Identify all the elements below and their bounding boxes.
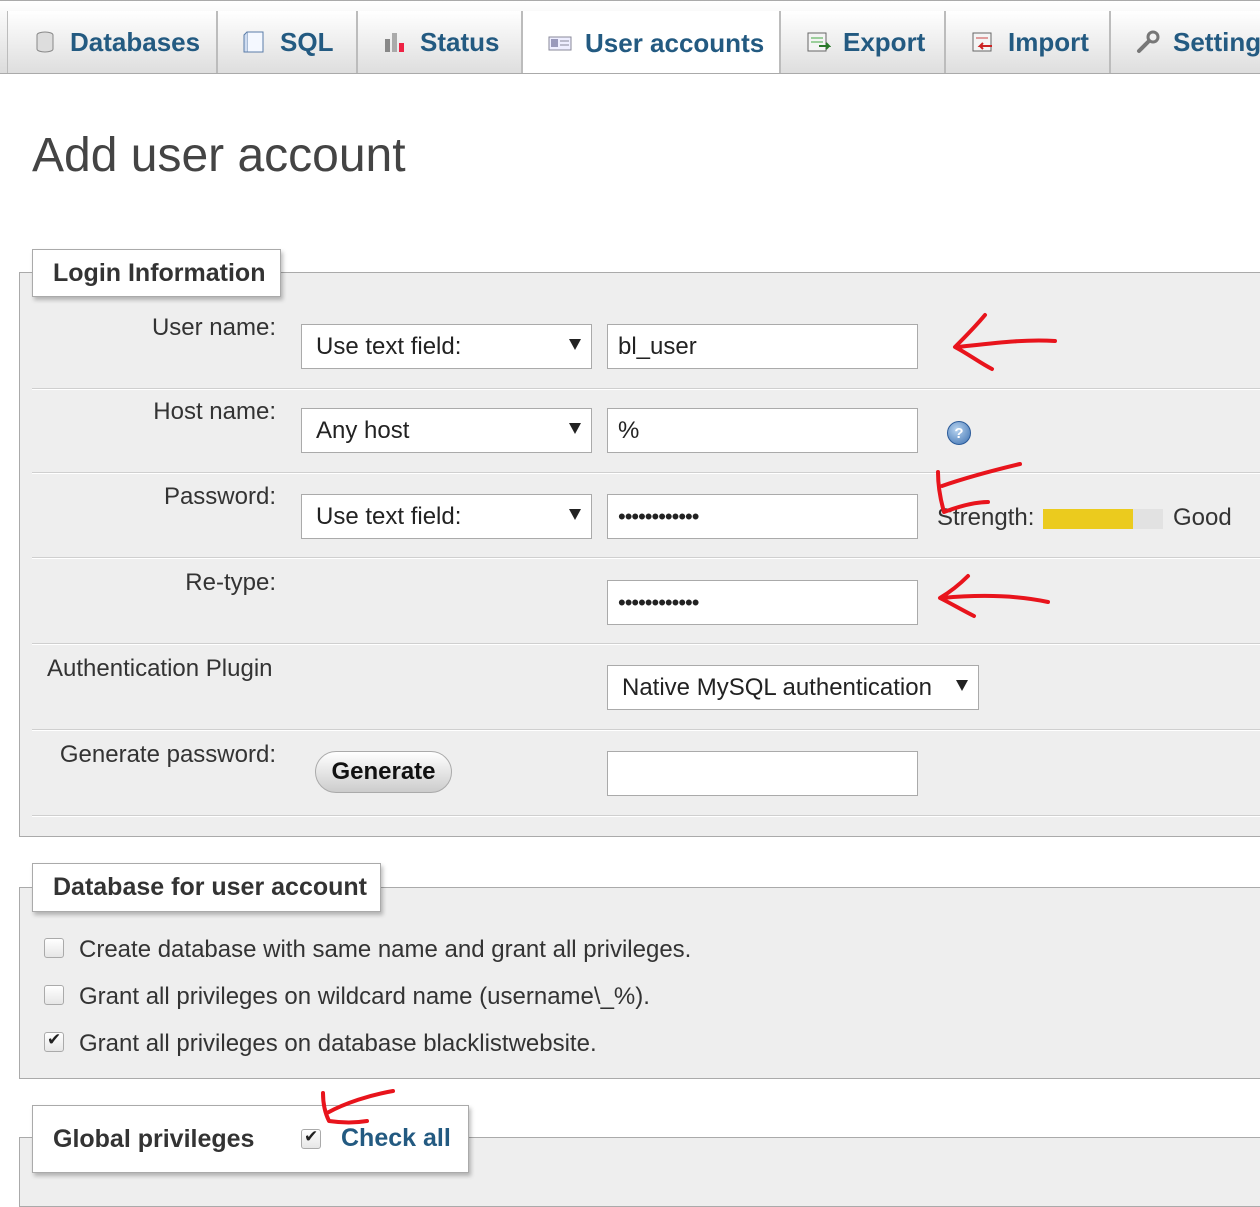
retype-label: Re-type:: [185, 569, 276, 596]
annotation-arrow: [321, 1089, 395, 1125]
top-tab-bar: Databases SQL Status User accounts Expor…: [0, 0, 1260, 74]
tab-export[interactable]: Export: [780, 11, 945, 73]
password-label: Password:: [163, 483, 276, 510]
row-separator: [32, 557, 1260, 559]
host-name-label: Host name:: [153, 398, 276, 425]
annotation-arrow: [936, 462, 1022, 514]
user-name-label: User name:: [151, 314, 276, 341]
tab-databases-label: Databases: [70, 26, 201, 57]
row-separator: [32, 472, 1260, 474]
dropdown-arrow-icon: [569, 509, 581, 520]
database-privileges-checkbox[interactable]: [44, 1030, 64, 1052]
tab-databases[interactable]: Databases: [7, 11, 217, 73]
database-privileges-label: Grant all privileges on database blackli…: [79, 1030, 597, 1057]
row-separator: [32, 815, 1260, 817]
password-input[interactable]: ••••••••••••: [607, 494, 918, 539]
host-name-input[interactable]: %: [607, 408, 918, 453]
global-privileges-title: Global privileges: [53, 1124, 255, 1153]
row-separator: [32, 729, 1260, 731]
row-separator: [32, 643, 1260, 645]
page-title: Add user account: [32, 129, 406, 182]
password-type-select[interactable]: Use text field:: [301, 494, 592, 539]
sql-icon: [242, 29, 268, 55]
user-accounts-icon: [547, 30, 573, 56]
database-icon: [32, 29, 58, 55]
authentication-plugin-label: Authentication Plugin: [47, 655, 273, 682]
wildcard-privileges-checkbox[interactable]: [44, 985, 64, 1005]
generate-button[interactable]: Generate: [315, 751, 452, 793]
host-name-type-value: Any host: [316, 416, 410, 444]
dropdown-arrow-icon: [569, 339, 581, 350]
tab-sql[interactable]: SQL: [217, 11, 357, 73]
export-icon: [805, 29, 832, 55]
authentication-plugin-value: Native MySQL authentication: [622, 673, 932, 701]
password-type-value: Use text field:: [316, 502, 462, 530]
status-chart-icon: [382, 29, 408, 55]
check-all-checkbox[interactable]: [301, 1127, 321, 1149]
retype-password-input[interactable]: ••••••••••••: [607, 580, 918, 625]
user-name-input[interactable]: bl_user: [607, 324, 918, 369]
tab-status-label: Status: [420, 26, 500, 57]
authentication-plugin-select[interactable]: Native MySQL authentication: [607, 665, 979, 710]
database-for-user-legend: Database for user account: [32, 863, 381, 912]
tab-export-label: Export: [843, 26, 926, 57]
annotation-arrow: [938, 574, 1050, 618]
row-separator: [32, 388, 1260, 390]
strength-text: Good: [1173, 504, 1232, 531]
user-name-type-select[interactable]: Use text field:: [301, 324, 592, 369]
password-strength-fill: [1043, 509, 1133, 529]
tab-settings-label: Settings: [1173, 26, 1260, 57]
tab-user-accounts-label: User accounts: [585, 27, 765, 58]
create-database-checkbox[interactable]: [44, 938, 64, 958]
login-information-legend: Login Information: [32, 249, 281, 297]
tab-import-label: Import: [1008, 26, 1089, 57]
annotation-arrow: [953, 313, 1057, 371]
host-name-type-select[interactable]: Any host: [301, 408, 592, 453]
wildcard-privileges-label: Grant all privileges on wildcard name (u…: [79, 983, 650, 1010]
help-icon[interactable]: ?: [947, 421, 971, 445]
dropdown-arrow-icon: [569, 423, 581, 434]
generated-password-input[interactable]: [607, 751, 918, 796]
password-strength-meter: [1043, 509, 1163, 529]
tab-import[interactable]: Import: [945, 11, 1110, 73]
import-icon: [970, 29, 996, 55]
generate-password-label: Generate password:: [59, 741, 276, 768]
wrench-icon: [1135, 29, 1161, 55]
dropdown-arrow-icon: [956, 680, 968, 691]
tab-status[interactable]: Status: [357, 11, 522, 73]
tab-settings[interactable]: Settings: [1110, 11, 1260, 73]
tab-user-accounts[interactable]: User accounts: [522, 11, 780, 73]
tab-sql-label: SQL: [280, 26, 334, 57]
user-name-type-value: Use text field:: [316, 332, 462, 360]
create-database-label: Create database with same name and grant…: [79, 936, 692, 963]
